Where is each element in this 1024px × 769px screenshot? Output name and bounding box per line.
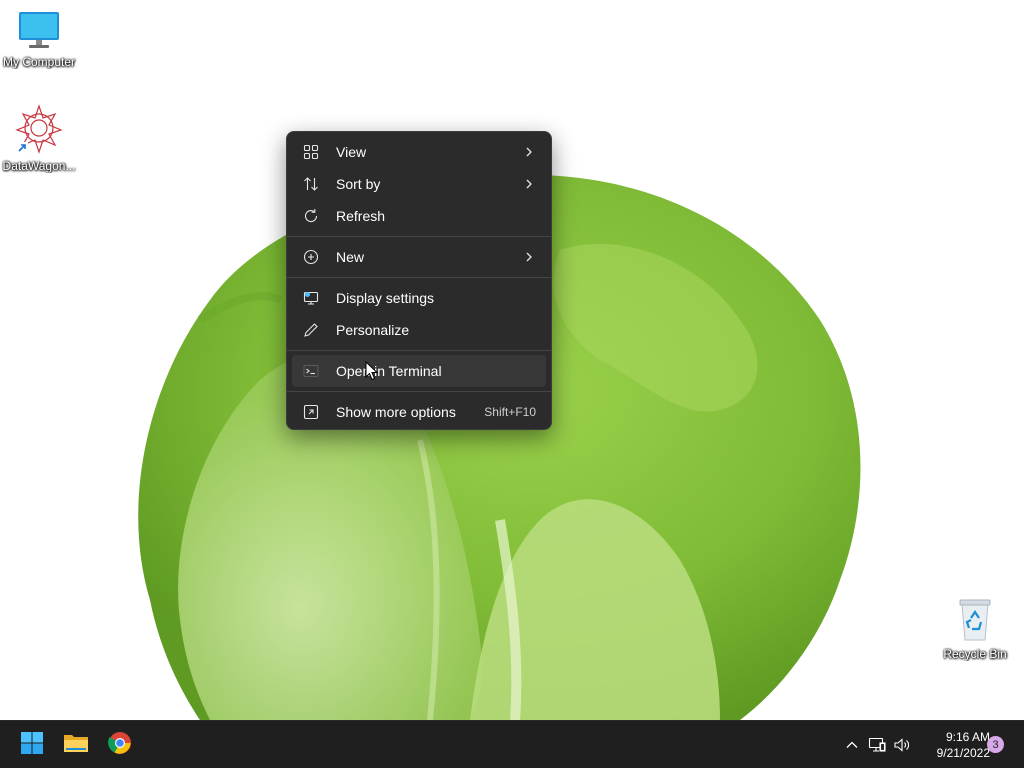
- desktop-icon-recycle-bin[interactable]: Recycle Bin: [936, 596, 1014, 661]
- terminal-icon: [302, 362, 320, 380]
- display-settings-icon: [302, 289, 320, 307]
- desktop-context-menu: View Sort by Refresh New Display setting…: [286, 131, 552, 430]
- taskbar-clock[interactable]: 9:16 AM 9/21/2022: [918, 729, 990, 761]
- pen-icon: [302, 321, 320, 339]
- menu-item-label: View: [336, 144, 367, 160]
- recycle-bin-icon: [936, 596, 1014, 645]
- notification-count-badge[interactable]: 3: [987, 736, 1004, 753]
- menu-item-personalize[interactable]: Personalize: [292, 314, 546, 346]
- datawagon-app-icon: [0, 104, 78, 157]
- chevron-right-icon: [522, 250, 536, 264]
- menu-item-new[interactable]: New: [292, 241, 546, 273]
- desktop-icon-my-computer[interactable]: My Computer: [0, 10, 78, 69]
- monitor-icon: [0, 10, 78, 53]
- menu-item-label: Show more options: [336, 404, 456, 420]
- menu-item-view[interactable]: View: [292, 136, 546, 168]
- menu-item-label: Personalize: [336, 322, 410, 338]
- desktop-icon-label: Recycle Bin: [943, 647, 1007, 661]
- menu-separator: [287, 391, 551, 392]
- folder-icon: [63, 732, 89, 759]
- clock-date: 9/21/2022: [936, 746, 990, 760]
- refresh-icon: [302, 207, 320, 225]
- menu-item-label: New: [336, 249, 365, 265]
- desktop-icon-label: DataWagon...: [2, 159, 76, 173]
- menu-item-refresh[interactable]: Refresh: [292, 200, 546, 232]
- system-tray: [840, 721, 914, 769]
- chevron-right-icon: [522, 145, 536, 159]
- taskbar-file-explorer-button[interactable]: [56, 725, 96, 765]
- desktop[interactable]: My Computer DataWagon... Recycle Bin Vie…: [0, 0, 1024, 720]
- desktop-icon-label: My Computer: [2, 55, 76, 69]
- volume-icon[interactable]: [890, 737, 914, 753]
- menu-item-label: Sort by: [336, 176, 381, 192]
- network-icon[interactable]: [864, 737, 890, 753]
- chevron-up-icon[interactable]: [840, 738, 864, 752]
- menu-item-sort-by[interactable]: Sort by: [292, 168, 546, 200]
- chrome-icon: [108, 731, 132, 760]
- grid-icon: [302, 143, 320, 161]
- menu-item-label: Display settings: [336, 290, 435, 306]
- clock-time: 9:16 AM: [945, 730, 990, 744]
- start-button[interactable]: [12, 725, 52, 765]
- sort-arrows-icon: [302, 175, 320, 193]
- menu-item-show-more-options[interactable]: Show more options Shift+F10: [292, 396, 546, 428]
- menu-separator: [287, 236, 551, 237]
- menu-item-open-in-terminal[interactable]: Open in Terminal: [292, 355, 546, 387]
- chevron-right-icon: [522, 177, 536, 191]
- plus-circle-icon: [302, 248, 320, 266]
- keyboard-shortcut: Shift+F10: [484, 405, 536, 419]
- taskbar-chrome-button[interactable]: [100, 725, 140, 765]
- expand-icon: [302, 403, 320, 421]
- desktop-icon-datawagon[interactable]: DataWagon...: [0, 104, 78, 173]
- taskbar: 9:16 AM 9/21/2022: [0, 720, 1024, 768]
- menu-separator: [287, 277, 551, 278]
- menu-separator: [287, 350, 551, 351]
- windows-start-icon: [20, 731, 44, 760]
- mouse-cursor-icon: [365, 360, 379, 386]
- menu-item-label: Refresh: [336, 208, 386, 224]
- menu-item-display-settings[interactable]: Display settings: [292, 282, 546, 314]
